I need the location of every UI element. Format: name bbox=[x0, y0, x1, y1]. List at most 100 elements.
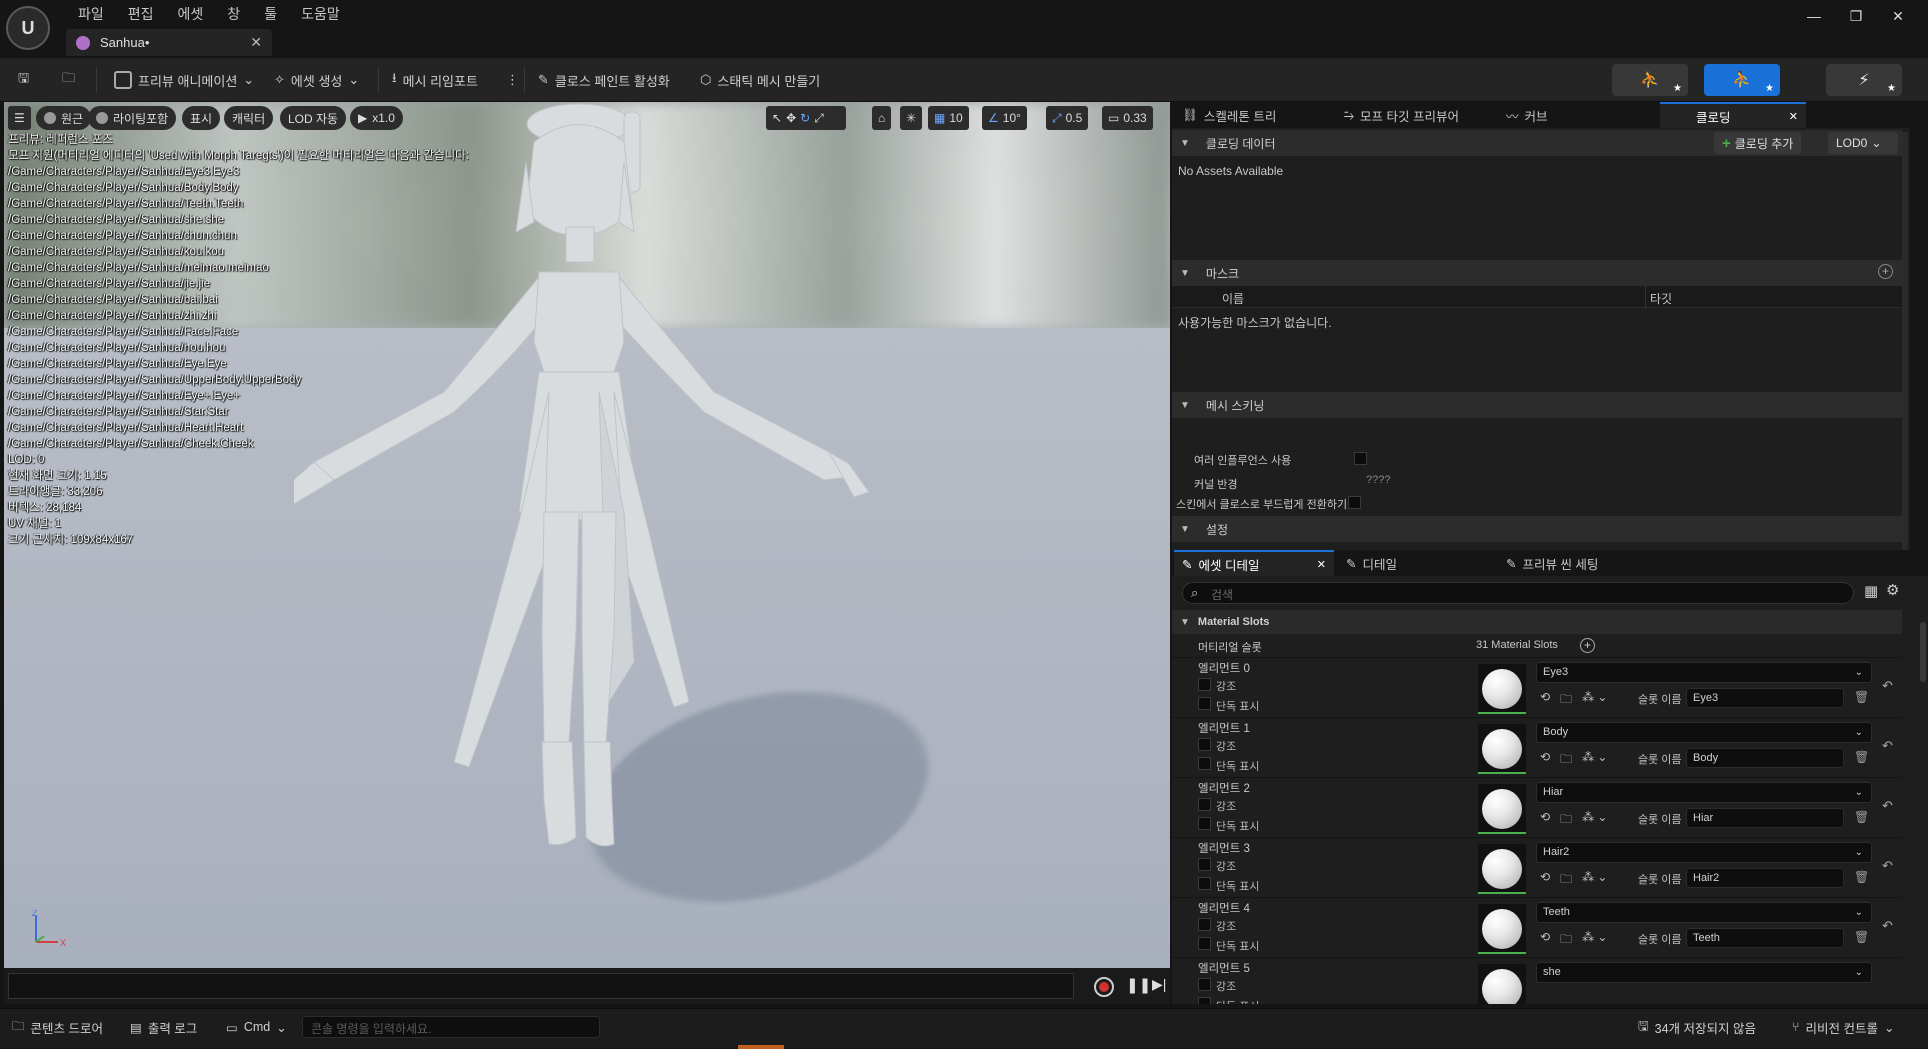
highlight-checkbox[interactable] bbox=[1198, 738, 1211, 751]
isolate-checkbox[interactable] bbox=[1198, 937, 1211, 950]
material-select[interactable]: Eye3 ⌄ bbox=[1536, 662, 1872, 683]
unreal-logo-icon[interactable]: U bbox=[6, 6, 50, 50]
browse-icon[interactable]: 🗀 bbox=[1560, 930, 1572, 951]
revision-control-button[interactable]: ⑂ 리비전 컨트롤 ⌄ bbox=[1788, 1016, 1898, 1038]
scale-snap-button[interactable]: ⤢ 0.5 bbox=[1046, 106, 1089, 130]
material-select[interactable]: Hiar ⌄ bbox=[1536, 782, 1872, 803]
isolate-checkbox[interactable] bbox=[1198, 817, 1211, 830]
play-speed-button[interactable]: ▶ x1.0 bbox=[350, 106, 403, 130]
create-asset-button[interactable]: ✧ 에셋 생성 ⌄ bbox=[268, 66, 365, 94]
highlight-checkbox[interactable] bbox=[1198, 858, 1211, 871]
browse-icon[interactable]: 🗀 bbox=[1560, 870, 1572, 891]
mesh-skinning-header[interactable]: ▼ 메시 스키닝 bbox=[1172, 392, 1902, 418]
use-selected-icon[interactable]: ⟲ bbox=[1540, 930, 1550, 951]
multi-influence-checkbox[interactable] bbox=[1354, 452, 1367, 465]
viewport-menu-button[interactable]: ☰ bbox=[8, 106, 31, 130]
slot-name-input[interactable]: Hiar bbox=[1686, 808, 1844, 828]
isolate-checkbox[interactable] bbox=[1198, 997, 1211, 1004]
make-static-mesh-button[interactable]: ⬡ 스태틱 메시 만들기 bbox=[694, 66, 826, 94]
slot-name-input[interactable]: Eye3 bbox=[1686, 688, 1844, 708]
material-thumbnail[interactable] bbox=[1478, 844, 1526, 894]
isolate-checkbox[interactable] bbox=[1198, 877, 1211, 890]
close-window-icon[interactable]: ✕ bbox=[1888, 8, 1908, 25]
reset-icon[interactable]: ↶ bbox=[1882, 918, 1893, 934]
skeleton-mode-button[interactable]: ⛹ ★ bbox=[1612, 64, 1688, 96]
isolate-checkbox[interactable] bbox=[1198, 697, 1211, 710]
trash-icon[interactable]: 🗑 bbox=[1854, 930, 1869, 944]
reset-icon[interactable]: ↶ bbox=[1882, 738, 1893, 754]
advanced-icon[interactable]: ⁂ ⌄ bbox=[1582, 690, 1607, 711]
browse-button[interactable]: 🗀 bbox=[56, 66, 81, 94]
menu-asset[interactable]: 에셋 bbox=[166, 3, 216, 25]
show-button[interactable]: 표시 bbox=[182, 106, 221, 130]
material-select[interactable]: Body ⌄ bbox=[1536, 722, 1872, 743]
minimize-icon[interactable]: — bbox=[1804, 8, 1824, 24]
rotate-icon[interactable]: ↻ bbox=[800, 111, 810, 125]
reset-icon[interactable]: ↶ bbox=[1882, 798, 1893, 814]
tab-asset-details[interactable]: ✎ 에셋 디테일 ✕ bbox=[1174, 550, 1334, 576]
material-select[interactable]: Teeth ⌄ bbox=[1536, 902, 1872, 923]
tab-skeleton-tree[interactable]: ⛓ 스켈레톤 트리 bbox=[1174, 102, 1284, 128]
slot-name-input[interactable]: Teeth bbox=[1686, 928, 1844, 948]
trash-icon[interactable]: 🗑 bbox=[1854, 810, 1869, 824]
advanced-icon[interactable]: ⁂ ⌄ bbox=[1582, 750, 1607, 771]
advanced-icon[interactable]: ⁂ ⌄ bbox=[1582, 870, 1607, 891]
content-drawer-button[interactable]: 🗀 콘텐츠 드로어 bbox=[8, 1016, 107, 1038]
menu-file[interactable]: 파일 bbox=[66, 3, 116, 25]
material-select[interactable]: she ⌄ bbox=[1536, 962, 1872, 983]
material-thumbnail[interactable] bbox=[1478, 664, 1526, 714]
scale-icon[interactable]: ⤢ bbox=[814, 111, 824, 126]
reset-icon[interactable]: ↶ bbox=[1882, 678, 1893, 694]
lod-button[interactable]: LOD 자동 bbox=[280, 106, 347, 130]
use-selected-icon[interactable]: ⟲ bbox=[1540, 810, 1550, 831]
menu-window[interactable]: 창 bbox=[215, 3, 252, 25]
material-thumbnail[interactable] bbox=[1478, 964, 1526, 1004]
record-button[interactable] bbox=[1094, 977, 1114, 997]
select-icon[interactable]: ↖ bbox=[772, 111, 782, 125]
browse-icon[interactable]: 🗀 bbox=[1560, 810, 1572, 831]
viewport[interactable]: ☰ 원근 라이팅포함 표시 캐릭터 LOD 자동 ▶ x1.0 ↖ ✥ ↻ ⤢ ⌂… bbox=[4, 102, 1170, 968]
tab-details[interactable]: ✎ 디테일 bbox=[1338, 550, 1405, 576]
timeline-scrubber[interactable] bbox=[8, 973, 1074, 999]
tab-morph-target-previewer[interactable]: ⥲ 모프 타깃 프리뷰어 bbox=[1336, 102, 1467, 128]
rotation-snap-button[interactable]: ∠ 10° bbox=[982, 106, 1027, 130]
material-select[interactable]: Hair2 ⌄ bbox=[1536, 842, 1872, 863]
output-log-button[interactable]: ▤ 출력 로그 bbox=[126, 1016, 201, 1038]
local-space-button[interactable]: ⌂ bbox=[872, 106, 892, 130]
mesh-mode-button[interactable]: ⛹ ★ bbox=[1704, 64, 1780, 96]
step-forward-icon[interactable]: ▶| bbox=[1152, 976, 1166, 993]
material-thumbnail[interactable] bbox=[1478, 904, 1526, 954]
unsaved-assets-button[interactable]: 🖫 34개 저장되지 않음 bbox=[1634, 1016, 1760, 1038]
slot-name-input[interactable]: Body bbox=[1686, 748, 1844, 768]
upper-scrollbar[interactable] bbox=[1902, 132, 1908, 562]
camera-speed-button[interactable]: ▭ 0.33 bbox=[1102, 106, 1153, 130]
reset-icon[interactable]: ↶ bbox=[1882, 858, 1893, 874]
grid-snap-button[interactable]: ▦ 10 bbox=[928, 106, 969, 130]
mask-header[interactable]: ▼ 마스크 bbox=[1172, 260, 1902, 286]
menu-edit[interactable]: 편집 bbox=[116, 3, 166, 25]
use-selected-icon[interactable]: ⟲ bbox=[1540, 870, 1550, 891]
material-thumbnail[interactable] bbox=[1478, 784, 1526, 834]
use-selected-icon[interactable]: ⟲ bbox=[1540, 750, 1550, 771]
browse-icon[interactable]: 🗀 bbox=[1560, 750, 1572, 771]
maximize-icon[interactable]: ❐ bbox=[1846, 8, 1866, 25]
kernel-radius-value[interactable]: ???? bbox=[1366, 474, 1390, 486]
perspective-button[interactable]: 원근 bbox=[36, 106, 92, 130]
more-options-button[interactable]: ⋮ bbox=[500, 66, 525, 94]
close-tab-icon[interactable]: ✕ bbox=[1789, 110, 1798, 123]
lower-scrollbar[interactable] bbox=[1920, 622, 1926, 682]
console-input[interactable]: 콘솔 명령을 입력하세요. bbox=[302, 1016, 600, 1038]
advanced-icon[interactable]: ⁂ ⌄ bbox=[1582, 930, 1607, 951]
material-thumbnail[interactable] bbox=[1478, 724, 1526, 774]
add-clothing-button[interactable]: + 클로딩 추가 bbox=[1714, 132, 1802, 154]
add-material-slot-icon[interactable]: + bbox=[1580, 638, 1595, 653]
highlight-checkbox[interactable] bbox=[1198, 978, 1211, 991]
tab-preview-scene-settings[interactable]: ✎ 프리뷰 씬 세팅 bbox=[1498, 550, 1606, 576]
lod-select[interactable]: LOD0 ⌄ bbox=[1828, 132, 1898, 154]
advanced-icon[interactable]: ⁂ ⌄ bbox=[1582, 810, 1607, 831]
preview-animation-button[interactable]: 프리뷰 애니메이션 ⌄ bbox=[108, 66, 260, 94]
isolate-checkbox[interactable] bbox=[1198, 757, 1211, 770]
gear-icon[interactable]: ⚙ bbox=[1886, 581, 1899, 599]
close-tab-icon[interactable]: ✕ bbox=[250, 34, 262, 51]
surface-snap-button[interactable]: ✳ bbox=[900, 106, 923, 130]
